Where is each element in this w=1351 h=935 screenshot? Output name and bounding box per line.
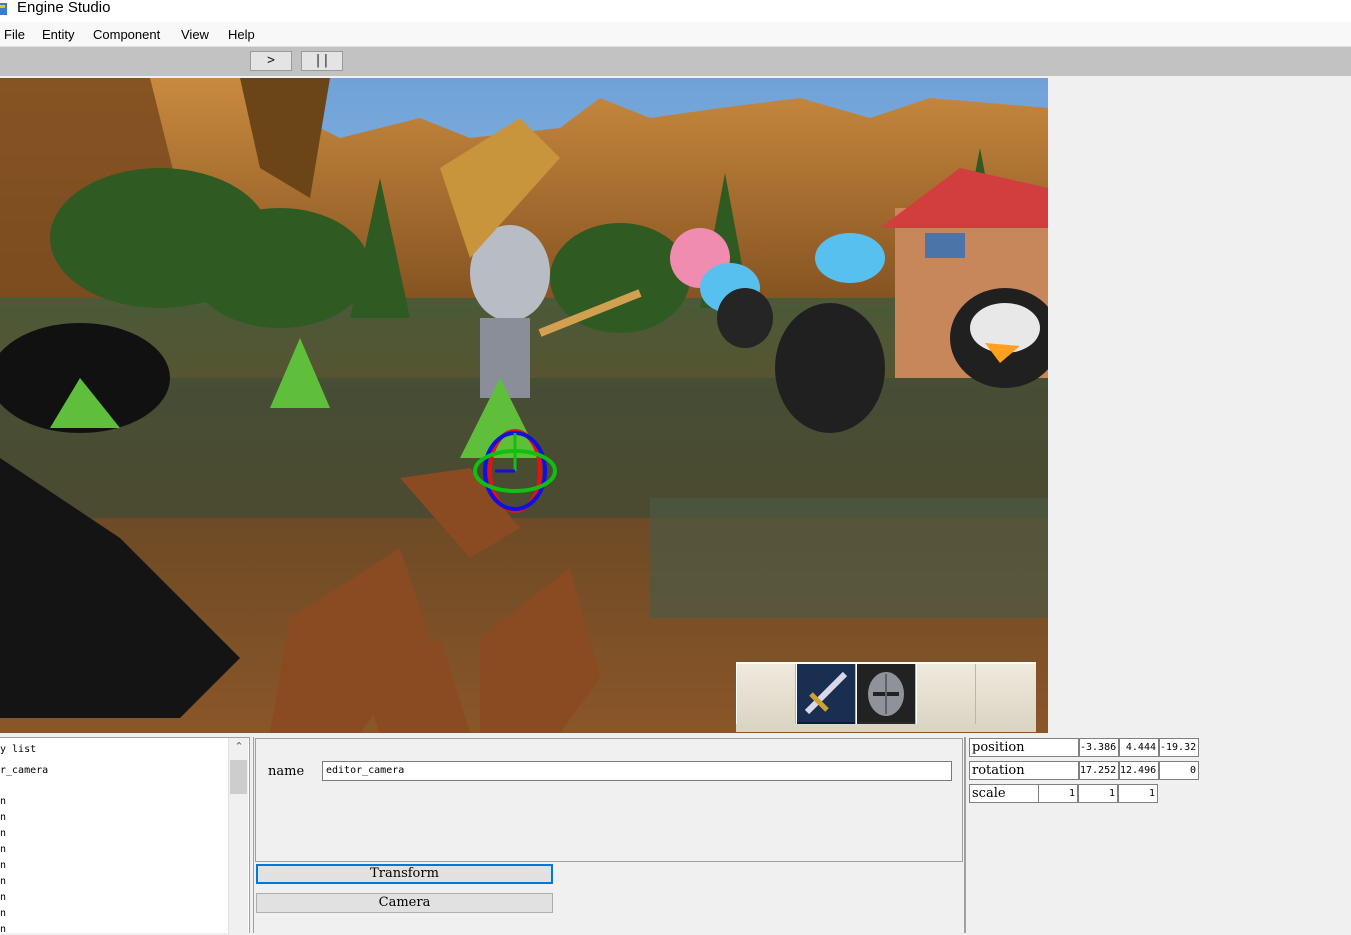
helmet-icon (857, 664, 915, 722)
rotation-z-field[interactable]: 0 (1159, 761, 1199, 780)
camera-component-button[interactable]: Camera (256, 893, 553, 913)
position-y-field[interactable]: 4.444 (1119, 738, 1159, 757)
title-bar: Engine Studio (0, 0, 1351, 22)
entity-item[interactable]: n (0, 796, 6, 807)
scale-x-field[interactable]: 1 (1038, 784, 1078, 803)
entity-item[interactable]: n (0, 876, 6, 887)
menu-file[interactable]: File (4, 27, 25, 42)
pause-button[interactable]: || (301, 51, 343, 71)
sword-icon (797, 664, 855, 722)
entity-item[interactable]: n (0, 892, 6, 903)
scene-render (0, 78, 1048, 733)
hotbar-slot[interactable] (856, 664, 916, 724)
scale-z-field[interactable]: 1 (1118, 784, 1158, 803)
position-z-field[interactable]: -19.32 (1159, 738, 1199, 757)
transform-panel: position -3.386 4.444 -19.32 rotation 17… (965, 737, 1351, 933)
scale-label: scale (969, 784, 1039, 803)
entity-item[interactable]: n (0, 812, 6, 823)
hotbar-slot (916, 664, 976, 724)
transform-component-button[interactable]: Transform (256, 864, 553, 884)
entity-item[interactable]: n (0, 924, 6, 935)
name-input[interactable]: editor_camera (322, 761, 952, 781)
chevron-up-icon[interactable]: ⌃ (229, 740, 249, 758)
entity-item[interactable]: n (0, 844, 6, 855)
toolbar: > || (0, 47, 1351, 76)
position-x-field[interactable]: -3.386 (1079, 738, 1119, 757)
properties-panel: name editor_camera Transform Camera (253, 737, 965, 933)
scale-y-field[interactable]: 1 (1078, 784, 1118, 803)
hotbar-slot (736, 664, 796, 724)
menu-component[interactable]: Component (93, 27, 160, 42)
entity-item[interactable]: n (0, 908, 6, 919)
entity-list-scrollbar[interactable]: ⌃ (228, 738, 248, 934)
menu-view[interactable]: View (181, 27, 209, 42)
menu-help[interactable]: Help (228, 27, 255, 42)
scroll-thumb[interactable] (230, 760, 247, 794)
name-group: name editor_camera (255, 738, 963, 862)
entity-item-selected[interactable]: r_camera (0, 765, 48, 776)
hotbar (736, 662, 1036, 732)
window-title: Engine Studio (17, 0, 111, 16)
rotation-label: rotation (969, 761, 1079, 780)
scene-viewport[interactable] (0, 78, 1048, 733)
entity-item[interactable]: n (0, 828, 6, 839)
menu-bar: File Entity Component View Help (0, 22, 1351, 47)
position-label: position (969, 738, 1079, 757)
right-empty-pane (1048, 76, 1351, 737)
app-icon (0, 3, 7, 15)
entity-list-header[interactable]: y list (0, 744, 36, 755)
entity-item[interactable]: n (0, 860, 6, 871)
play-button[interactable]: > (250, 51, 292, 71)
entity-list-panel: y list r_camera n n n n n n n n n ⌃ (0, 737, 250, 935)
rotation-y-field[interactable]: 12.496 (1119, 761, 1159, 780)
hotbar-slot[interactable] (796, 664, 856, 724)
name-label: name (268, 764, 305, 779)
menu-entity[interactable]: Entity (42, 27, 75, 42)
rotation-x-field[interactable]: 17.252 (1079, 761, 1119, 780)
